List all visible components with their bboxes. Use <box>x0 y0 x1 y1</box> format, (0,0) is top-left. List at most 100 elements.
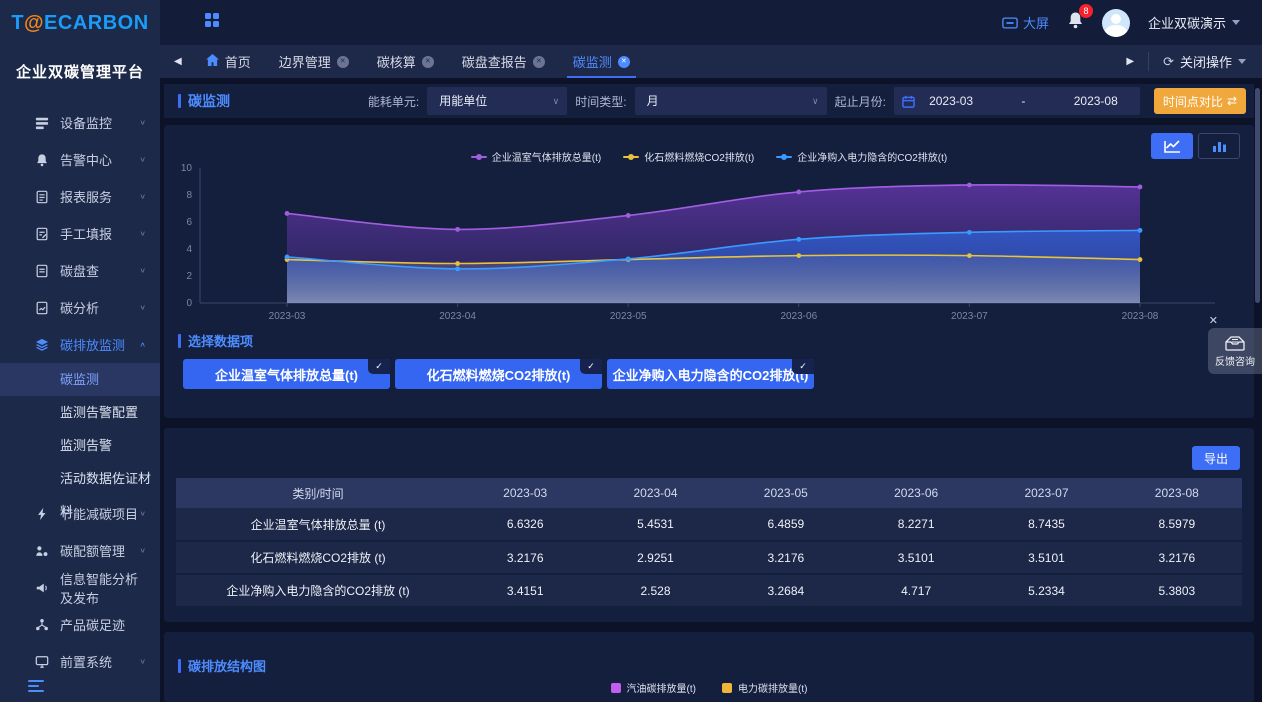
structure-title-label: 碳排放结构图 <box>188 656 266 675</box>
value-cell: 5.4531 <box>590 508 720 541</box>
refresh-icon[interactable]: ⟳ <box>1163 54 1174 70</box>
tab-close-icon[interactable]: ✕ <box>337 56 349 68</box>
tab-2[interactable]: 碳盘查报告 ✕ <box>448 45 559 78</box>
chevron-down-icon: ∨ <box>553 87 560 115</box>
table-panel: 导出 类别/时间2023-032023-042023-052023-062023… <box>164 428 1254 622</box>
sidebar-item-9[interactable]: 信息智能分析及发布 <box>0 569 160 606</box>
svg-text:2023-03: 2023-03 <box>269 311 306 322</box>
account-menu[interactable]: 企业双碳演示 <box>1148 13 1240 32</box>
data-select-button-1[interactable]: 化石燃料燃烧CO2排放(t) ✓ <box>395 359 602 389</box>
scrollbar-thumb[interactable] <box>1255 88 1260 303</box>
tab-close-icon[interactable]: ✕ <box>618 56 630 68</box>
table-row[interactable]: 化石燃料燃烧CO2排放 (t)3.21762.92513.21763.51013… <box>176 541 1242 574</box>
sidebar-item-6[interactable]: 碳排放监测∧ <box>0 326 160 363</box>
structure-legend: 汽油碳排放量(t) 电力碳排放量(t) <box>164 680 1254 695</box>
tab-home[interactable]: 首页 <box>192 45 265 78</box>
sidebar-item-1[interactable]: 告警中心∨ <box>0 141 160 178</box>
table-header-cell: 2023-05 <box>721 478 851 508</box>
tab-0[interactable]: 边界管理✕ <box>265 45 363 78</box>
sidebar-item-0[interactable]: 设备监控∨ <box>0 104 160 141</box>
feedback-widget[interactable]: 反馈咨询 <box>1208 328 1262 374</box>
close-operations-menu[interactable]: ⟳ 关闭操作 <box>1148 52 1246 71</box>
value-cell: 3.2176 <box>460 541 590 574</box>
table-header-cell: 2023-03 <box>460 478 590 508</box>
svg-text:2023-07: 2023-07 <box>951 311 988 322</box>
time-type-value: 月 <box>647 94 659 108</box>
sidebar-item-11[interactable]: 前置系统∨ <box>0 643 160 680</box>
chevron-down-icon: ∨ <box>812 87 819 115</box>
data-select-button-2[interactable]: 企业净购入电力隐含的CO2排放(t)✓ <box>607 359 814 389</box>
avatar[interactable] <box>1102 9 1130 37</box>
sidebar-item-8[interactable]: 碳配额管理∨ <box>0 532 160 569</box>
data-select-button-0[interactable]: 企业温室气体排放总量(t)✓ <box>183 359 390 389</box>
chevron-down-icon <box>1232 20 1240 25</box>
value-cell: 2.9251 <box>590 541 720 574</box>
structure-legend-item-1[interactable]: 电力碳排放量(t) <box>722 680 807 695</box>
time-compare-button[interactable]: 时间点对比 ⇄ <box>1154 88 1246 114</box>
tab-3[interactable]: 碳监测 ✕ <box>559 45 644 78</box>
data-select-button-label: 化石燃料燃烧CO2排放(t) <box>427 368 571 383</box>
svg-text:2023-04: 2023-04 <box>439 311 476 322</box>
table-header-cell: 类别/时间 <box>176 478 460 508</box>
svg-text:6: 6 <box>186 217 192 228</box>
notification-badge: 8 <box>1079 4 1093 18</box>
sidebar-item-10[interactable]: 产品碳足迹 <box>0 606 160 643</box>
check-icon: ✓ <box>792 359 814 374</box>
value-cell: 8.7435 <box>981 508 1111 541</box>
time-compare-label: 时间点对比 <box>1163 93 1223 110</box>
account-name: 企业双碳演示 <box>1148 13 1226 32</box>
tab-label: 碳盘查报告 <box>462 52 527 71</box>
check-icon: ✓ <box>580 359 602 374</box>
sidebar-subitem-3[interactable]: 活动数据佐证材料 <box>0 462 160 495</box>
svg-text:4: 4 <box>186 244 192 255</box>
sidebar-item-label: 产品碳足迹 <box>60 615 125 634</box>
sidebar-item-label: 节能减碳项目 <box>60 504 138 523</box>
feedback-label: 反馈咨询 <box>1215 353 1255 368</box>
export-button[interactable]: 导出 <box>1192 446 1240 470</box>
structure-panel: 碳排放结构图 汽油碳排放量(t) 电力碳排放量(t) <box>164 632 1254 702</box>
notifications-bell-icon[interactable]: 8 <box>1067 11 1084 34</box>
emissions-table: 类别/时间2023-032023-042023-052023-062023-07… <box>176 478 1242 608</box>
sidebar-collapse-icon[interactable] <box>28 680 44 692</box>
sidebar-subitem-0[interactable]: 碳监测 <box>0 363 160 396</box>
sidebar-subitem-2[interactable]: 监测告警 <box>0 429 160 462</box>
emissions-area-chart: 02468102023-032023-042023-052023-062023-… <box>170 160 1248 322</box>
tab-close-icon[interactable]: ✕ <box>422 56 434 68</box>
structure-legend-item-0[interactable]: 汽油碳排放量(t) <box>611 680 696 695</box>
sidebar-item-5[interactable]: 碳分析∨ <box>0 289 160 326</box>
row-label-cell: 企业净购入电力隐含的CO2排放 (t) <box>176 574 460 607</box>
table-row[interactable]: 企业温室气体排放总量 (t)6.63265.45316.48598.22718.… <box>176 508 1242 541</box>
month-range-picker[interactable]: 2023-03 - 2023-08 <box>894 87 1140 115</box>
data-select-title-label: 选择数据项 <box>188 331 253 350</box>
legend-marker <box>471 154 487 160</box>
sidebar-item-label: 碳盘查 <box>60 261 99 280</box>
sidebar-item-7[interactable]: 节能减碳项目∨ <box>0 495 160 532</box>
tab-1[interactable]: 碳核算✕ <box>363 45 448 78</box>
sidebar-submenu: 碳监测监测告警配置监测告警活动数据佐证材料 <box>0 363 160 495</box>
energy-unit-select[interactable]: 用能单位 ∨ <box>427 87 567 115</box>
legend-dot <box>628 154 634 160</box>
tab-close-icon[interactable]: ✕ <box>533 56 545 68</box>
sidebar-subitem-1[interactable]: 监测告警配置 <box>0 396 160 429</box>
sidebar-item-label: 告警中心 <box>60 150 112 169</box>
table-row[interactable]: 企业净购入电力隐含的CO2排放 (t)3.41512.5283.26844.71… <box>176 574 1242 607</box>
topbar-right: 大屏 8 企业双碳演示 <box>1002 9 1262 37</box>
value-cell: 3.4151 <box>460 574 590 607</box>
tab-label: 碳监测 <box>573 52 612 71</box>
apps-grid-icon[interactable] <box>204 12 220 33</box>
time-type-select[interactable]: 月 ∨ <box>635 87 827 115</box>
system-icon <box>34 654 50 670</box>
range-start-value: 2023-03 <box>915 94 987 108</box>
sidebar-item-4[interactable]: 碳盘查∨ <box>0 252 160 289</box>
big-screen-button[interactable]: 大屏 <box>1002 13 1049 32</box>
tabs-scroll-right-icon[interactable]: ▶ <box>1126 56 1134 67</box>
tabs-scroll-left-icon[interactable]: ◀ <box>160 56 192 67</box>
filter-strip: 碳监测 能耗单元: 用能单位 ∨ 时间类型: 月 ∨ 起止月份: 2023-03… <box>164 84 1254 118</box>
footprint-icon <box>34 617 50 633</box>
sidebar-item-2[interactable]: 报表服务∨ <box>0 178 160 215</box>
sidebar-item-3[interactable]: 手工填报∨ <box>0 215 160 252</box>
feedback-close-icon[interactable]: ✕ <box>1209 314 1218 327</box>
chevron-down-icon: ∨ <box>139 509 146 517</box>
value-cell: 3.5101 <box>851 541 981 574</box>
legend-square <box>611 683 621 693</box>
